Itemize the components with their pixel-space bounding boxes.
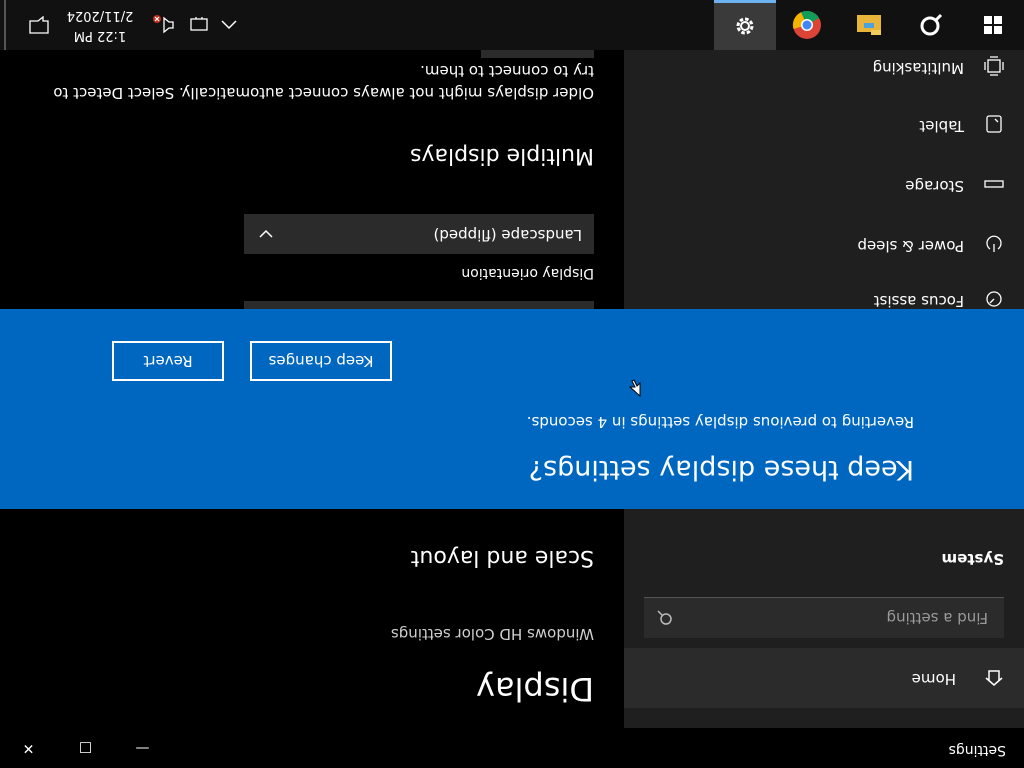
keep-display-settings-dialog: Keep these display settings? Reverting t… [0,309,1024,509]
network-icon [190,17,208,31]
orientation-value: Landscape (flipped) [433,226,582,244]
start-button[interactable] [962,0,1024,50]
notification-icon [29,16,49,34]
sidebar-item-storage[interactable]: Storage [624,154,1024,214]
minimize-button[interactable]: — [114,728,171,768]
focus-assist-icon [986,291,1002,307]
cortana-search-icon [920,13,943,36]
sidebar-item-power-sleep[interactable]: Power & sleep [624,214,1024,274]
home-icon [985,670,1003,686]
chrome-button[interactable] [776,0,838,50]
dialog-countdown-message: Reverting to previous display settings i… [526,413,914,431]
taskbar: 1:22 PM 2/11/2024 [0,0,1024,50]
sidebar-item-label: Tablet [919,117,964,135]
storage-icon [984,180,1004,188]
revert-button[interactable]: Revert [112,341,224,381]
cortana-search-button[interactable] [900,0,962,50]
settings-taskbar-button[interactable] [714,0,776,50]
power-icon [986,235,1002,252]
multiple-displays-heading: Multiple displays [410,143,594,168]
chrome-icon [792,11,821,39]
sidebar-item-tablet[interactable]: Tablet [624,94,1024,154]
search-input[interactable]: Find a setting [644,597,1004,638]
window-title: Settings [948,742,1006,758]
mouse-cursor-icon [629,379,641,397]
sidebar-item-label: Multitasking [872,59,964,77]
network-button[interactable] [186,0,210,50]
clock-time: 1:22 PM [73,28,127,43]
search-placeholder: Find a setting [886,609,988,627]
multiple-displays-description: Older displays might not always connect … [53,62,594,102]
sidebar-item-home[interactable]: Home [624,648,1024,708]
clock-date: 2/11/2024 [66,8,134,23]
hd-color-settings-link[interactable]: Windows HD Color settings [391,625,594,643]
taskbar-clock[interactable]: 1:22 PM 2/11/2024 [64,5,136,45]
orientation-dropdown[interactable]: Landscape (flipped) [244,214,594,254]
volume-button[interactable] [148,0,178,50]
show-desktop-button[interactable] [4,0,6,50]
screen-rotated-180: Home Find a setting System Focus assist … [0,0,1024,768]
file-explorer-button[interactable] [838,0,900,50]
settings-icon [736,18,754,35]
multitasking-icon [984,56,1004,76]
page-title: Display [476,670,594,708]
sidebar-home-label: Home [911,670,956,688]
close-button[interactable]: ✕ [0,728,57,768]
chevron-down-icon [259,229,273,238]
file-explorer-icon [857,15,881,35]
detect-button[interactable] [481,50,594,58]
orientation-label: Display orientation [461,265,594,281]
action-center-button[interactable] [24,0,54,50]
sidebar-item-label: Focus assist [873,292,964,310]
chevron-up-icon [221,20,237,30]
search-icon [657,610,672,625]
tray-overflow-button[interactable] [218,0,240,50]
sidebar-item-label: Power & sleep [857,237,964,255]
scale-layout-heading: Scale and layout [410,545,594,570]
sidebar-section-heading: System [941,550,1004,568]
tablet-icon [986,115,1002,133]
window-titlebar: Settings — □ ✕ [0,728,1024,768]
maximize-button[interactable]: □ [57,728,114,768]
dialog-title: Keep these display settings? [528,454,914,485]
keep-changes-button[interactable]: Keep changes [250,341,392,381]
volume-muted-icon [153,15,174,34]
windows-start-icon [984,16,1002,34]
sidebar-item-label: Storage [905,177,964,195]
